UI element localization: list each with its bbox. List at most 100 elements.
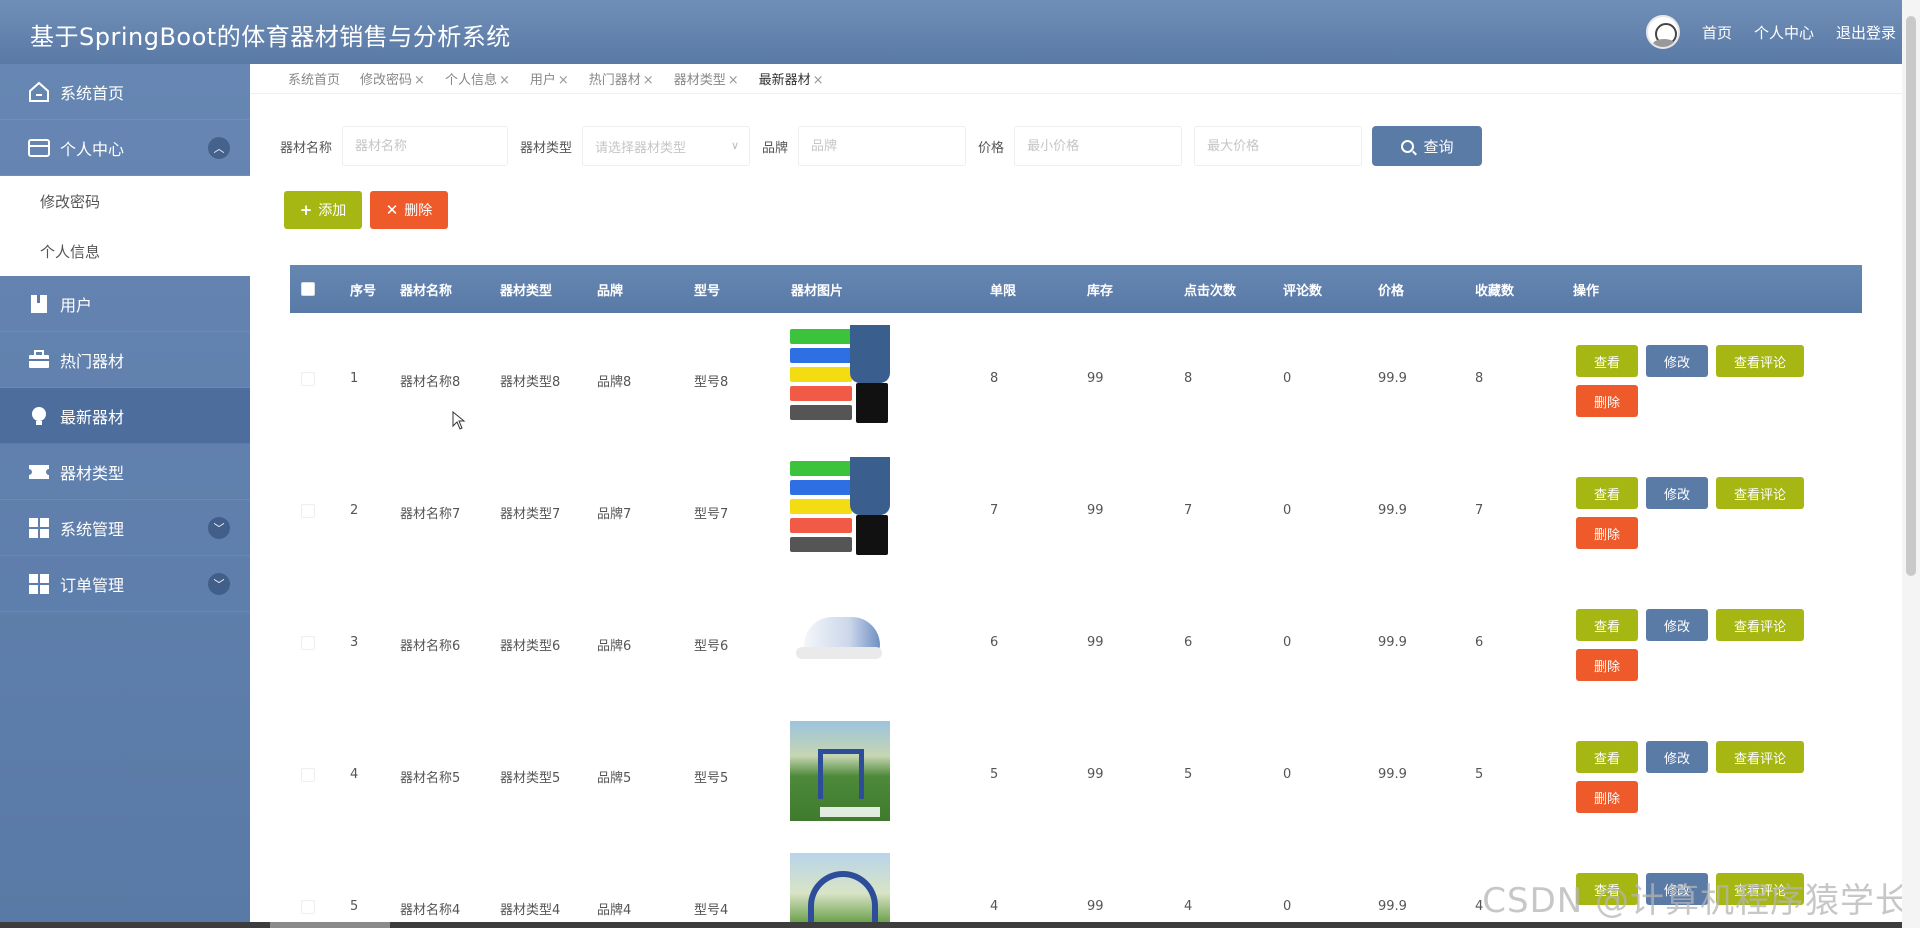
resistance-bands-image bbox=[790, 457, 890, 557]
cell-model: 型号7 bbox=[694, 507, 729, 522]
close-icon[interactable]: × bbox=[813, 73, 824, 88]
sidebar-item-label: 最新器材 bbox=[60, 407, 125, 427]
scroll-thumb[interactable] bbox=[1906, 16, 1916, 576]
chevron-down-icon[interactable]: ﹀ bbox=[208, 573, 230, 595]
min-price-input[interactable] bbox=[1014, 126, 1183, 166]
profile-link[interactable]: 个人中心 bbox=[1754, 22, 1814, 43]
sidebar-item-equipment-types[interactable]: 器材类型 bbox=[0, 444, 250, 500]
view-button[interactable]: 查看 bbox=[1576, 345, 1638, 377]
tab-users[interactable]: 用户 × bbox=[530, 69, 569, 88]
cell-clicks: 5 bbox=[1184, 767, 1193, 782]
col-clicks: 点击次数 bbox=[1184, 284, 1237, 299]
view-comments-button[interactable]: 查看评论 bbox=[1716, 609, 1804, 641]
table-row: 1 器材名称8 器材类型8 品牌8 型号8 8 99 8 0 99.9 8 查看… bbox=[290, 313, 1862, 445]
table-header: 序号 器材名称 器材类型 品牌 型号 器材图片 单限 库存 点击次数 评论数 价… bbox=[290, 265, 1862, 313]
logout-link[interactable]: 退出登录 bbox=[1836, 22, 1896, 43]
tab-home[interactable]: 系统首页 bbox=[288, 69, 340, 88]
tab-equipment-types[interactable]: 器材类型 × bbox=[674, 69, 739, 88]
col-index: 序号 bbox=[350, 284, 377, 299]
brand-label: 品牌 bbox=[762, 140, 789, 156]
grid-icon bbox=[26, 571, 52, 597]
delete-button-label: 删除 bbox=[404, 203, 433, 219]
table-row: 2 器材名称7 器材类型7 品牌7 型号7 7 99 7 0 99.9 7 查看… bbox=[290, 445, 1862, 577]
cell-name: 器材名称4 bbox=[400, 903, 461, 918]
sidebar-item-order-management[interactable]: 订单管理 ﹀ bbox=[0, 556, 250, 612]
tab-new-equipment[interactable]: 最新器材 × bbox=[759, 69, 824, 88]
query-button-label: 查询 bbox=[1423, 137, 1454, 156]
chevron-down-icon[interactable]: ﹀ bbox=[208, 517, 230, 539]
close-icon[interactable]: × bbox=[728, 73, 739, 88]
cell-stock: 99 bbox=[1087, 899, 1104, 914]
avatar[interactable] bbox=[1645, 15, 1680, 49]
cell-model: 型号4 bbox=[694, 903, 729, 918]
delete-button[interactable]: 删除 bbox=[1576, 649, 1638, 681]
vertical-scrollbar[interactable] bbox=[1902, 0, 1920, 928]
query-button[interactable]: 查询 bbox=[1372, 126, 1483, 166]
view-comments-button[interactable]: 查看评论 bbox=[1716, 741, 1804, 773]
edit-button[interactable]: 修改 bbox=[1646, 345, 1708, 377]
cell-clicks: 6 bbox=[1184, 635, 1193, 650]
tab-label: 修改密码 bbox=[360, 73, 413, 88]
batch-delete-button[interactable]: ✕ 删除 bbox=[370, 191, 448, 229]
tab-change-password[interactable]: 修改密码 × bbox=[360, 69, 425, 88]
outdoor-fitness-machine-image bbox=[790, 721, 890, 821]
tab-personal-info[interactable]: 个人信息 × bbox=[445, 69, 510, 88]
close-icon[interactable]: × bbox=[414, 73, 425, 88]
card-icon bbox=[26, 135, 52, 161]
cell-comments: 0 bbox=[1283, 503, 1292, 518]
cell-stock: 99 bbox=[1087, 767, 1104, 782]
close-icon: ✕ bbox=[385, 201, 399, 219]
edit-button[interactable]: 修改 bbox=[1646, 609, 1708, 641]
row-checkbox[interactable] bbox=[301, 504, 315, 518]
edit-button[interactable]: 修改 bbox=[1646, 477, 1708, 509]
max-price-input[interactable] bbox=[1194, 126, 1363, 166]
cell-name: 器材名称5 bbox=[400, 771, 461, 786]
sidebar-item-personal-center[interactable]: 个人中心 ︿ bbox=[0, 120, 250, 176]
delete-button[interactable]: 删除 bbox=[1576, 385, 1638, 417]
resistance-bands-image bbox=[790, 325, 890, 425]
type-select-placeholder: 请选择器材类型 bbox=[595, 140, 687, 156]
sidebar-item-label: 系统首页 bbox=[60, 83, 125, 103]
cell-index: 4 bbox=[350, 767, 359, 782]
row-checkbox[interactable] bbox=[301, 636, 315, 650]
tab-hot-equipment[interactable]: 热门器材 × bbox=[589, 69, 654, 88]
row-checkbox[interactable] bbox=[301, 372, 315, 386]
outdoor-fitness-arch-image bbox=[790, 853, 890, 928]
view-button[interactable]: 查看 bbox=[1576, 477, 1638, 509]
scroll-thumb[interactable] bbox=[270, 922, 390, 928]
sidebar-item-new-equipment[interactable]: 最新器材 bbox=[0, 388, 250, 444]
brand-input[interactable] bbox=[798, 126, 967, 166]
sidebar-item-users[interactable]: 用户 bbox=[0, 276, 250, 332]
equipment-name-input[interactable] bbox=[342, 126, 509, 166]
close-icon[interactable]: × bbox=[499, 73, 510, 88]
name-label: 器材名称 bbox=[280, 140, 333, 156]
delete-button[interactable]: 删除 bbox=[1576, 517, 1638, 549]
tab-label: 器材类型 bbox=[673, 73, 726, 88]
cell-price: 99.9 bbox=[1378, 503, 1407, 518]
view-comments-button[interactable]: 查看评论 bbox=[1716, 345, 1804, 377]
sidebar-item-hot-equipment[interactable]: 热门器材 bbox=[0, 332, 250, 388]
cell-comments: 0 bbox=[1283, 371, 1292, 386]
horizontal-scrollbar[interactable] bbox=[0, 922, 1902, 928]
sidebar-item-label: 用户 bbox=[60, 295, 93, 315]
sidebar-item-system-management[interactable]: 系统管理 ﹀ bbox=[0, 500, 250, 556]
row-checkbox[interactable] bbox=[301, 768, 315, 782]
select-all-checkbox[interactable] bbox=[301, 282, 315, 296]
view-button[interactable]: 查看 bbox=[1576, 609, 1638, 641]
sidebar-item-personal-info[interactable]: 个人信息 bbox=[0, 226, 250, 276]
delete-button[interactable]: 删除 bbox=[1576, 781, 1638, 813]
view-comments-button[interactable]: 查看评论 bbox=[1716, 477, 1804, 509]
close-icon[interactable]: × bbox=[643, 73, 654, 88]
view-button[interactable]: 查看 bbox=[1576, 741, 1638, 773]
chevron-up-icon[interactable]: ︿ bbox=[208, 137, 230, 159]
cell-limit: 8 bbox=[990, 371, 999, 386]
sidebar-item-home[interactable]: 系统首页 bbox=[0, 64, 250, 120]
edit-button[interactable]: 修改 bbox=[1646, 741, 1708, 773]
row-checkbox[interactable] bbox=[301, 900, 315, 914]
sidebar-item-change-password[interactable]: 修改密码 bbox=[0, 176, 250, 226]
table-row: 4 器材名称5 器材类型5 品牌5 型号5 5 99 5 0 99.9 5 查看… bbox=[290, 709, 1862, 841]
home-link[interactable]: 首页 bbox=[1702, 22, 1732, 43]
equipment-type-select[interactable]: 请选择器材类型 ∨ bbox=[582, 126, 751, 166]
add-button[interactable]: + 添加 bbox=[284, 191, 362, 229]
close-icon[interactable]: × bbox=[558, 73, 569, 88]
